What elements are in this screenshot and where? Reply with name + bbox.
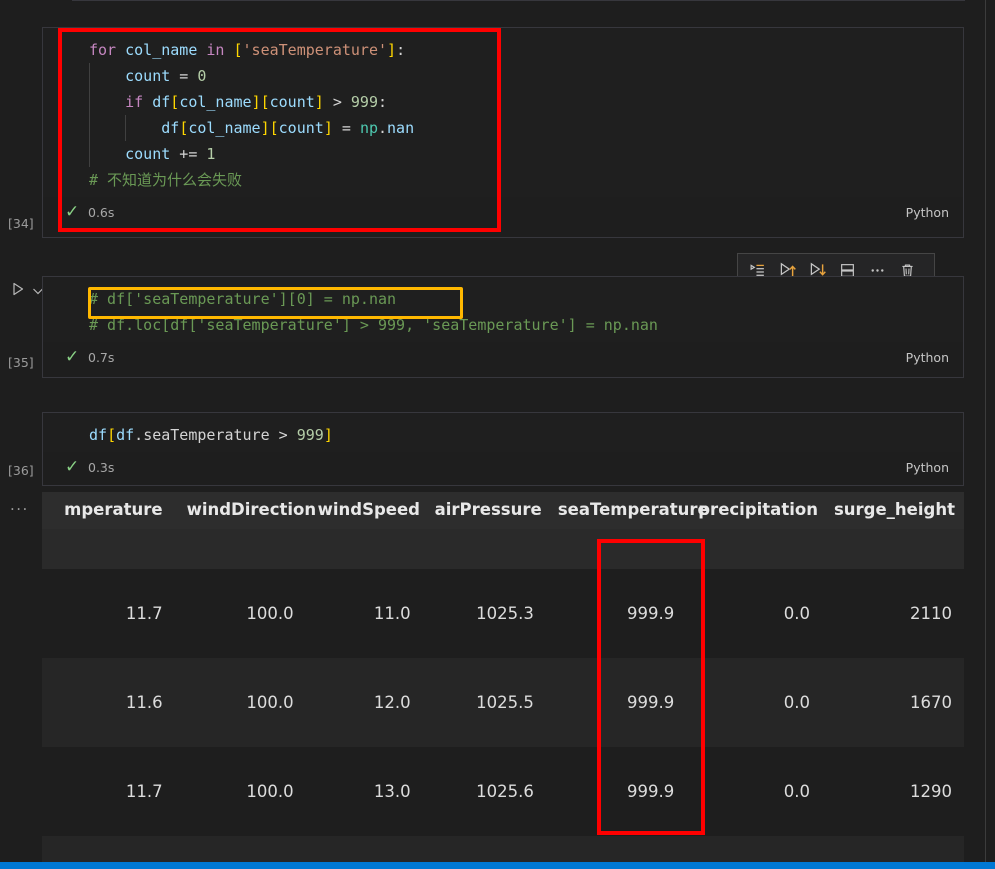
- cell-value: 0.0: [686, 569, 822, 658]
- cell-language-label[interactable]: Python: [906, 457, 949, 479]
- code-line[interactable]: if df[col_name][count] > 999:: [43, 89, 963, 115]
- column-header-airPressure[interactable]: airPressure: [423, 492, 546, 529]
- cell-editor-36[interactable]: df[df.seaTemperature > 999]: [43, 413, 963, 452]
- check-icon: ✓: [65, 201, 79, 223]
- token-comment: # 不知道为什么会失败: [89, 171, 242, 189]
- dataframe-output[interactable]: mperature windDirection windSpeed airPre…: [42, 492, 964, 869]
- token-string: 'seaTemperature': [243, 41, 388, 59]
- cell-value: 12.0: [306, 658, 423, 747]
- cell-value: 1025.6: [423, 747, 546, 836]
- cell-value: 0.0: [686, 658, 822, 747]
- token-keyword: in: [206, 41, 224, 59]
- code-line[interactable]: df[df.seaTemperature > 999]: [43, 422, 963, 448]
- cell-value: 1290: [822, 747, 964, 836]
- cell-value-seaTemperature: 999.9: [546, 747, 686, 836]
- cell-value: 1025.5: [423, 658, 546, 747]
- cell-value: 100.0: [175, 747, 306, 836]
- execution-count-35: [35]: [8, 355, 34, 370]
- status-bar[interactable]: [0, 862, 995, 869]
- execution-count-36: [36]: [8, 463, 34, 478]
- table-header-row: mperature windDirection windSpeed airPre…: [42, 492, 964, 529]
- table-row[interactable]: 11.7 100.0 13.0 1025.6 999.9 0.0 1290: [42, 747, 964, 836]
- cell-value: 0.0: [686, 747, 822, 836]
- cell-status-bar-35: ✓ 0.7s Python: [43, 342, 963, 373]
- cell-value-seaTemperature: 999.9: [546, 569, 686, 658]
- column-header-temperature[interactable]: mperature: [42, 492, 175, 529]
- token-comment: # df.loc[df['seaTemperature'] > 999, 'se…: [89, 316, 658, 334]
- check-icon: ✓: [65, 346, 79, 368]
- cell-value: 11.0: [306, 569, 423, 658]
- token-variable: col_name: [125, 41, 197, 59]
- cell-value-seaTemperature: 999.9: [546, 658, 686, 747]
- run-cell-button-35[interactable]: [10, 279, 44, 301]
- cell-elapsed-time: 0.3s: [88, 457, 114, 479]
- cell-elapsed-time: 0.7s: [88, 347, 114, 369]
- dataframe-table[interactable]: mperature windDirection windSpeed airPre…: [42, 492, 964, 869]
- table-row[interactable]: 11.7 100.0 11.0 1025.3 999.9 0.0 2110: [42, 569, 964, 658]
- code-line[interactable]: for col_name in ['seaTemperature']:: [43, 37, 963, 63]
- code-line[interactable]: count += 1: [43, 141, 963, 167]
- code-line[interactable]: count = 0: [43, 63, 963, 89]
- notebook-cell-34[interactable]: for col_name in ['seaTemperature']: coun…: [42, 27, 964, 238]
- check-icon: ✓: [65, 456, 79, 478]
- cell-value: 1670: [822, 658, 964, 747]
- cell-status-bar-36: ✓ 0.3s Python: [43, 452, 963, 483]
- cell-language-label[interactable]: Python: [906, 347, 949, 369]
- code-line[interactable]: # df.loc[df['seaTemperature'] > 999, 'se…: [43, 312, 963, 338]
- notebook-cell-35[interactable]: # df['seaTemperature'][0] = np.nan # df.…: [42, 276, 964, 378]
- column-header-windSpeed[interactable]: windSpeed: [306, 492, 423, 529]
- cell-editor-34[interactable]: for col_name in ['seaTemperature']: coun…: [43, 28, 963, 197]
- code-line[interactable]: df[col_name][count] = np.nan: [43, 115, 963, 141]
- code-line[interactable]: # df['seaTemperature'][0] = np.nan: [43, 286, 963, 312]
- token-keyword: for: [89, 41, 116, 59]
- cell-value: 100.0: [175, 569, 306, 658]
- column-header-surge_height[interactable]: surge_height: [822, 492, 964, 529]
- cell-divider-top: [72, 0, 965, 1]
- column-header-windDirection[interactable]: windDirection: [175, 492, 306, 529]
- cell-value: 1025.3: [423, 569, 546, 658]
- column-header-precipitation[interactable]: precipitation: [686, 492, 822, 529]
- cell-value: 2110: [822, 569, 964, 658]
- execution-count-34: [34]: [8, 216, 34, 231]
- cell-language-label[interactable]: Python: [906, 202, 949, 224]
- cell-status-bar-34: ✓ 0.6s Python: [43, 197, 963, 228]
- scrollbar-region[interactable]: [986, 0, 995, 869]
- notebook-editor[interactable]: for col_name in ['seaTemperature']: coun…: [0, 0, 985, 869]
- cell-value: 13.0: [306, 747, 423, 836]
- notebook-cell-36[interactable]: df[df.seaTemperature > 999] ✓ 0.3s Pytho…: [42, 412, 964, 486]
- cell-value: 100.0: [175, 658, 306, 747]
- column-header-seaTemperature[interactable]: seaTemperature: [546, 492, 686, 529]
- token-comment: # df['seaTemperature'][0] = np.nan: [89, 290, 396, 308]
- output-overflow-indicator[interactable]: ...: [10, 500, 29, 510]
- cell-value: 11.6: [42, 658, 175, 747]
- cell-value: 11.7: [42, 569, 175, 658]
- table-subheader-row: [42, 529, 964, 569]
- cell-editor-35[interactable]: # df['seaTemperature'][0] = np.nan # df.…: [43, 277, 963, 342]
- code-line[interactable]: # 不知道为什么会失败: [43, 167, 963, 193]
- cell-elapsed-time: 0.6s: [88, 202, 114, 224]
- table-row[interactable]: 11.6 100.0 12.0 1025.5 999.9 0.0 1670: [42, 658, 964, 747]
- cell-value: 11.7: [42, 747, 175, 836]
